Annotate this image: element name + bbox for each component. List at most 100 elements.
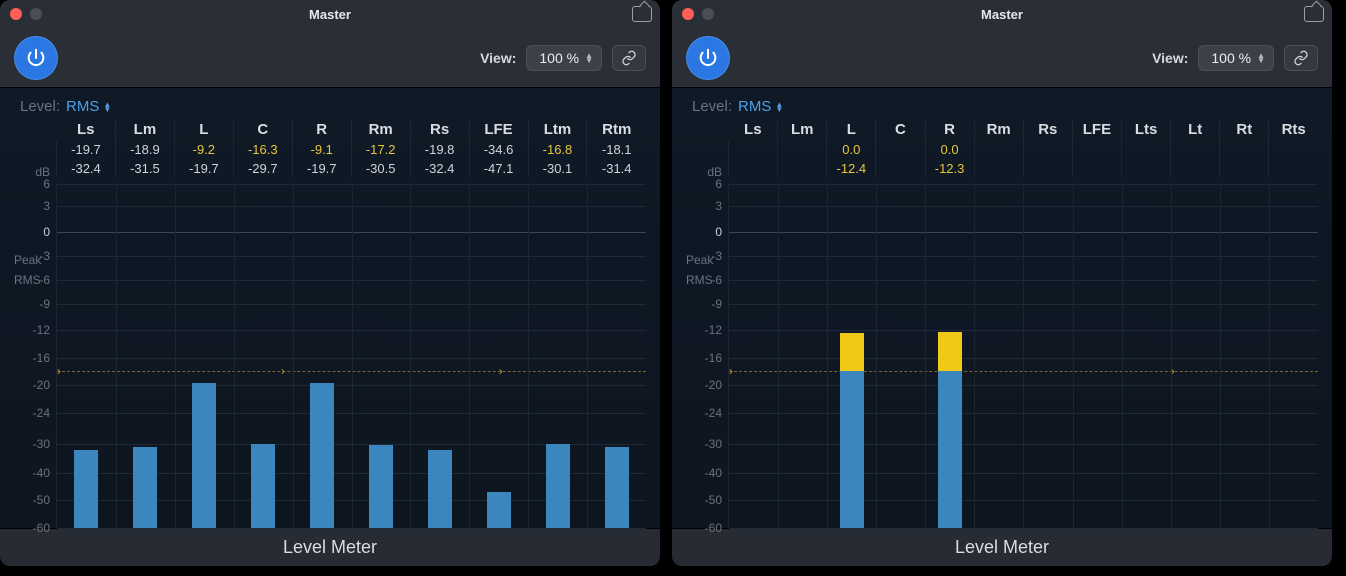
y-tick: -3	[39, 249, 50, 263]
channel-header: Rt	[1220, 119, 1269, 140]
rms-value: -12.3	[925, 159, 974, 178]
popout-icon[interactable]	[632, 6, 652, 22]
power-button[interactable]	[14, 36, 58, 80]
y-tick: -12	[705, 323, 722, 337]
rms-value	[1220, 159, 1269, 178]
y-axis: dB630-3-6-9-12-16-20-24-30-40-50-60	[14, 184, 56, 528]
bar-column	[925, 184, 974, 528]
minimize-icon[interactable]	[30, 8, 42, 20]
rms-value: -30.5	[351, 159, 410, 178]
close-icon[interactable]	[10, 8, 22, 20]
vgrid	[827, 184, 828, 528]
channel-header: L	[827, 119, 876, 140]
bar-column	[1073, 184, 1122, 528]
vgrid	[293, 184, 294, 528]
vgrid	[1073, 184, 1074, 528]
vgrid	[175, 184, 176, 528]
y-tick: -3	[711, 249, 722, 263]
meter-bar-tip	[840, 333, 864, 372]
vgrid	[778, 184, 779, 528]
vgrid	[974, 184, 975, 528]
toolbar-right: View:100 %▲▼	[1152, 45, 1318, 71]
vgrid	[469, 184, 470, 528]
peak-value: 0.0	[827, 140, 876, 159]
plugin-window: MasterView:100 %▲▼Level:RMS▲▼LsLmLCRRmRs…	[672, 0, 1332, 566]
window-title: Master	[0, 7, 660, 22]
meter-bar	[428, 450, 452, 528]
level-label: Level:	[20, 98, 60, 115]
y-tick: -60	[705, 521, 722, 535]
chevron-updown-icon: ▲▼	[585, 53, 593, 63]
rms-value: -32.4	[57, 159, 116, 178]
window-title: Master	[672, 7, 1332, 22]
plugin-window: MasterView:100 %▲▼Level:RMS▲▼LsLmLCRRmRs…	[0, 0, 660, 566]
y-tick: -9	[711, 297, 722, 311]
y-tick: -40	[33, 466, 50, 480]
channel-header: Rm	[351, 119, 410, 140]
channel-header: Ltm	[528, 119, 587, 140]
bar-column	[778, 184, 827, 528]
peak-value	[1072, 140, 1121, 159]
bar-column	[469, 184, 528, 528]
vgrid	[925, 184, 926, 528]
y-tick: 0	[715, 225, 722, 239]
rms-value	[1023, 159, 1072, 178]
peak-value: 0.0	[925, 140, 974, 159]
toolbar: View:100 %▲▼	[672, 28, 1332, 88]
level-select[interactable]: RMS▲▼	[66, 98, 111, 115]
rms-value: -12.4	[827, 159, 876, 178]
bar-column	[410, 184, 469, 528]
rms-value	[1171, 159, 1220, 178]
vgrid	[528, 184, 529, 528]
close-icon[interactable]	[682, 8, 694, 20]
peak-value	[974, 140, 1023, 159]
window-controls	[672, 8, 714, 20]
peak-value: -18.9	[115, 140, 174, 159]
meter-bar	[605, 447, 629, 528]
minimize-icon[interactable]	[702, 8, 714, 20]
y-tick: -6	[711, 273, 722, 287]
peak-value: -16.3	[233, 140, 292, 159]
popout-icon[interactable]	[1304, 6, 1324, 22]
meter-bar	[369, 445, 393, 528]
power-button[interactable]	[686, 36, 730, 80]
channel-header: Ls	[57, 119, 116, 140]
meter-bar	[74, 450, 98, 528]
level-label: Level:	[692, 98, 732, 115]
rms-value: -47.1	[469, 159, 528, 178]
y-tick: 3	[43, 199, 50, 213]
channel-header: Rtm	[587, 119, 646, 140]
link-button[interactable]	[1284, 45, 1318, 71]
plot-area: ›››	[728, 184, 1318, 528]
meter-panel: Level:RMS▲▼LsLmLCRRmRsLFELtmRtm-19.7-18.…	[0, 88, 660, 528]
rms-value	[876, 159, 925, 178]
meter-bar	[310, 383, 334, 528]
bar-column	[1269, 184, 1318, 528]
level-select[interactable]: RMS▲▼	[738, 98, 783, 115]
peak-value	[1220, 140, 1269, 159]
meter-bar	[133, 447, 157, 528]
peak-value: -17.2	[351, 140, 410, 159]
zoom-select[interactable]: 100 %▲▼	[526, 45, 602, 71]
zoom-select[interactable]: 100 %▲▼	[1198, 45, 1274, 71]
peak-value: -9.2	[174, 140, 233, 159]
peak-value: -34.6	[469, 140, 528, 159]
y-tick: 6	[43, 177, 50, 191]
meter-bar	[546, 444, 570, 528]
bar-column	[876, 184, 925, 528]
channel-header: Rm	[974, 119, 1023, 140]
y-tick: -20	[705, 378, 722, 392]
y-axis: dB630-3-6-9-12-16-20-24-30-40-50-60	[686, 184, 728, 528]
link-button[interactable]	[612, 45, 646, 71]
peak-value: -9.1	[292, 140, 351, 159]
peak-value: -16.8	[528, 140, 587, 159]
peak-value	[1171, 140, 1220, 159]
meter-chart: dB630-3-6-9-12-16-20-24-30-40-50-60›››	[14, 184, 646, 528]
peak-value	[1122, 140, 1171, 159]
window-controls	[0, 8, 42, 20]
meter-bar-tip	[938, 332, 962, 371]
plot-area: ›››	[56, 184, 646, 528]
peak-value: -19.8	[410, 140, 469, 159]
bar-column	[729, 184, 778, 528]
peak-value	[876, 140, 925, 159]
